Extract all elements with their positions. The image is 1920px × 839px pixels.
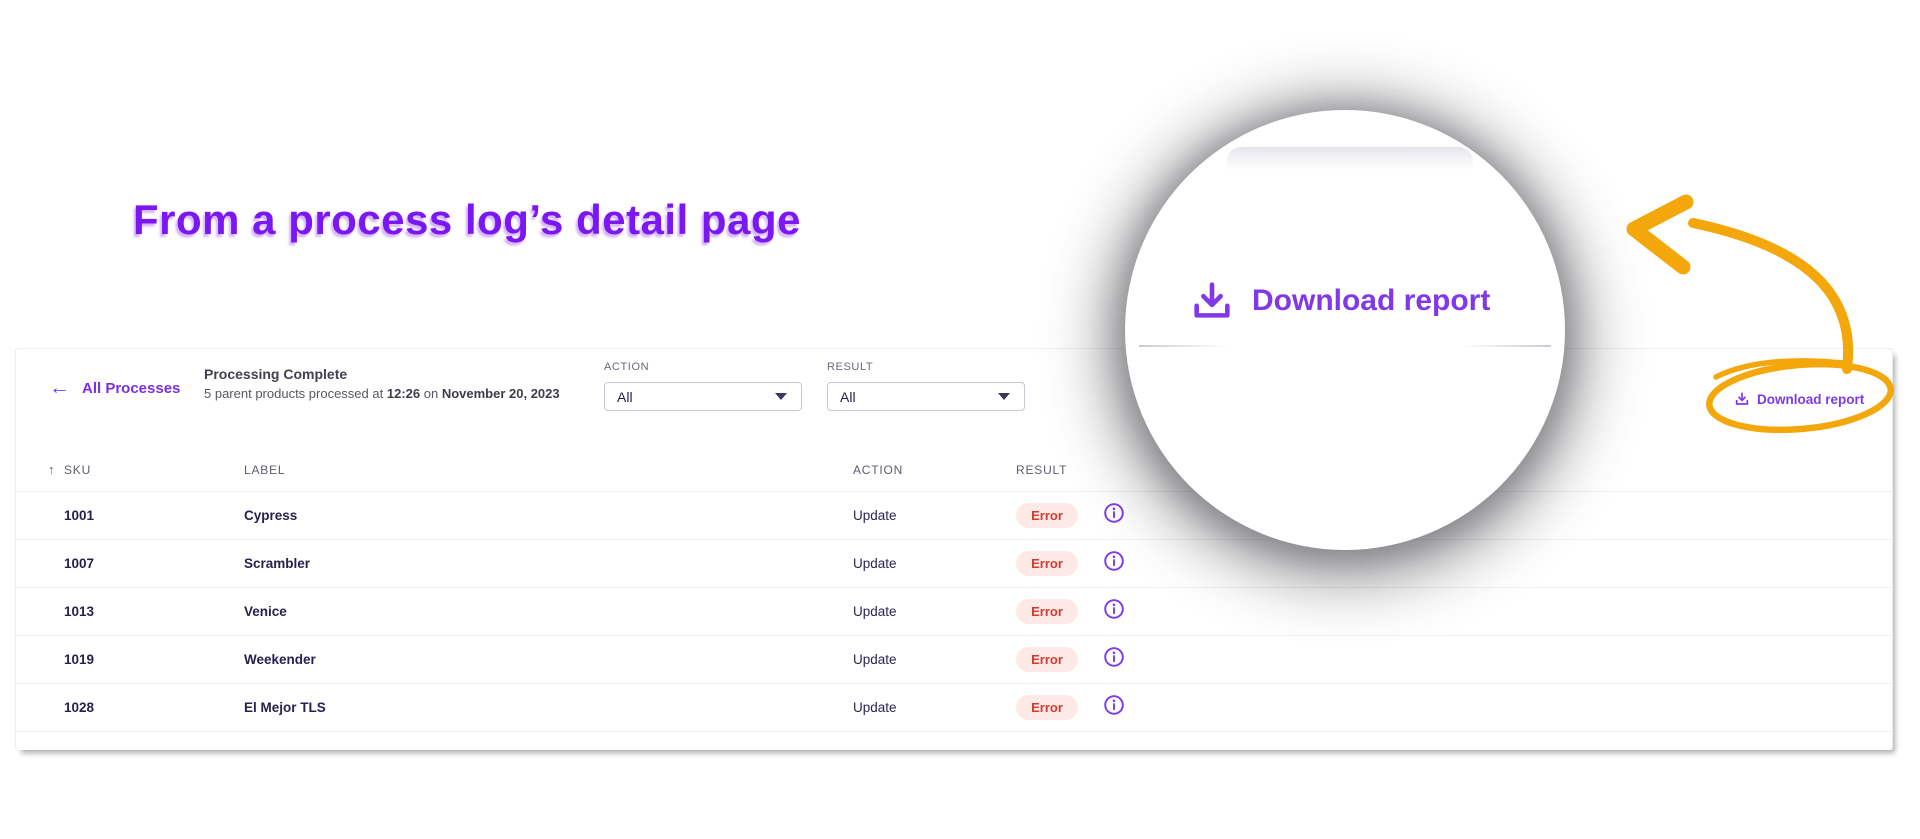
status-date: November 20, 2023 [441,386,560,401]
back-to-all-processes-link[interactable]: ← All Processes [49,376,181,399]
cell-sku: 1019 [64,652,95,667]
column-header-label: LABEL [244,463,286,477]
table-row: 1028 El Mejor TLS Update Error [16,684,1892,732]
screenshot-stage: From a process log’s detail page ← All P… [0,0,1920,839]
cell-label: Scrambler [244,556,311,571]
cell-sku: 1007 [64,556,95,571]
cell-sku: 1028 [64,700,95,715]
magnified-download-report-label: Download report [1252,284,1491,317]
download-report-label: Download report [1757,391,1865,407]
process-status-title: Processing Complete [204,366,348,382]
status-time: 12:26 [386,386,421,401]
status-subtitle-prefix: 5 parent products processed at [204,386,384,401]
cell-action: Update [853,700,897,715]
download-icon [1735,392,1749,405]
info-icon [1104,647,1124,667]
cell-action: Update [853,508,897,523]
info-icon [1104,503,1124,523]
info-button[interactable] [1103,598,1125,620]
back-link-label: All Processes [82,379,181,397]
cell-label: El Mejor TLS [244,700,326,715]
column-header-result: RESULT [1016,463,1068,477]
process-status-block: Processing Complete 5 parent products pr… [204,366,560,401]
cell-label: Cypress [244,508,298,523]
table-row: 1001 Cypress Update Error [16,492,1892,540]
table-row: 1013 Venice Update Error [16,588,1892,636]
page-caption: From a process log’s detail page [133,196,801,243]
cell-label: Weekender [244,652,316,667]
table-row: 1019 Weekender Update Error [16,636,1892,684]
download-icon [1194,282,1230,318]
info-icon [1104,599,1124,619]
cell-action: Update [853,604,897,619]
column-header-sku[interactable]: ↑ SKU [48,462,244,477]
chevron-down-icon [775,393,787,400]
error-status-badge: Error [1016,647,1078,672]
sort-ascending-icon: ↑ [48,462,56,477]
chevron-down-icon [998,393,1010,400]
cell-label: Venice [244,604,287,619]
info-button[interactable] [1103,694,1125,716]
cell-action: Update [853,556,897,571]
action-filter-select[interactable]: All [604,382,802,411]
info-button[interactable] [1103,502,1125,524]
process-status-subtitle: 5 parent products processed at 12:26 on … [204,386,560,401]
status-subtitle-on: on [423,386,439,401]
cell-sku: 1001 [64,508,95,523]
yellow-arrow-head [1626,194,1694,275]
table-body: 1001 Cypress Update Error 1007 Scrambler… [16,492,1892,732]
magnified-panel-edge [1227,147,1473,171]
action-filter: ACTION All [604,361,802,411]
table-row: 1007 Scrambler Update Error [16,540,1892,588]
result-filter-value: All [840,388,856,405]
error-status-badge: Error [1016,695,1078,720]
magnifier-circle: Download report [1125,110,1565,550]
error-status-badge: Error [1016,599,1078,624]
download-report-button[interactable]: Download report [1734,391,1864,407]
result-filter-label: RESULT [827,361,874,373]
result-filter: RESULT All [827,361,1025,411]
info-button[interactable] [1103,550,1125,572]
cell-action: Update [853,652,897,667]
action-filter-value: All [617,388,633,405]
arrow-left-icon: ← [49,376,70,399]
error-status-badge: Error [1016,551,1078,576]
process-log-panel: ← All Processes Processing Complete 5 pa… [15,348,1893,750]
column-header-action: ACTION [853,463,904,477]
table-header-row: ↑ SKU LABEL ACTION RESULT [16,449,1892,492]
error-status-badge: Error [1016,503,1078,528]
result-filter-select[interactable]: All [827,382,1025,411]
cell-sku: 1013 [64,604,95,619]
action-filter-label: ACTION [604,361,650,373]
magnified-download-report-button[interactable]: Download report [1189,278,1490,324]
info-icon [1104,551,1124,571]
info-button[interactable] [1103,646,1125,668]
info-icon [1104,695,1124,715]
magnified-separator-line [1139,345,1551,347]
